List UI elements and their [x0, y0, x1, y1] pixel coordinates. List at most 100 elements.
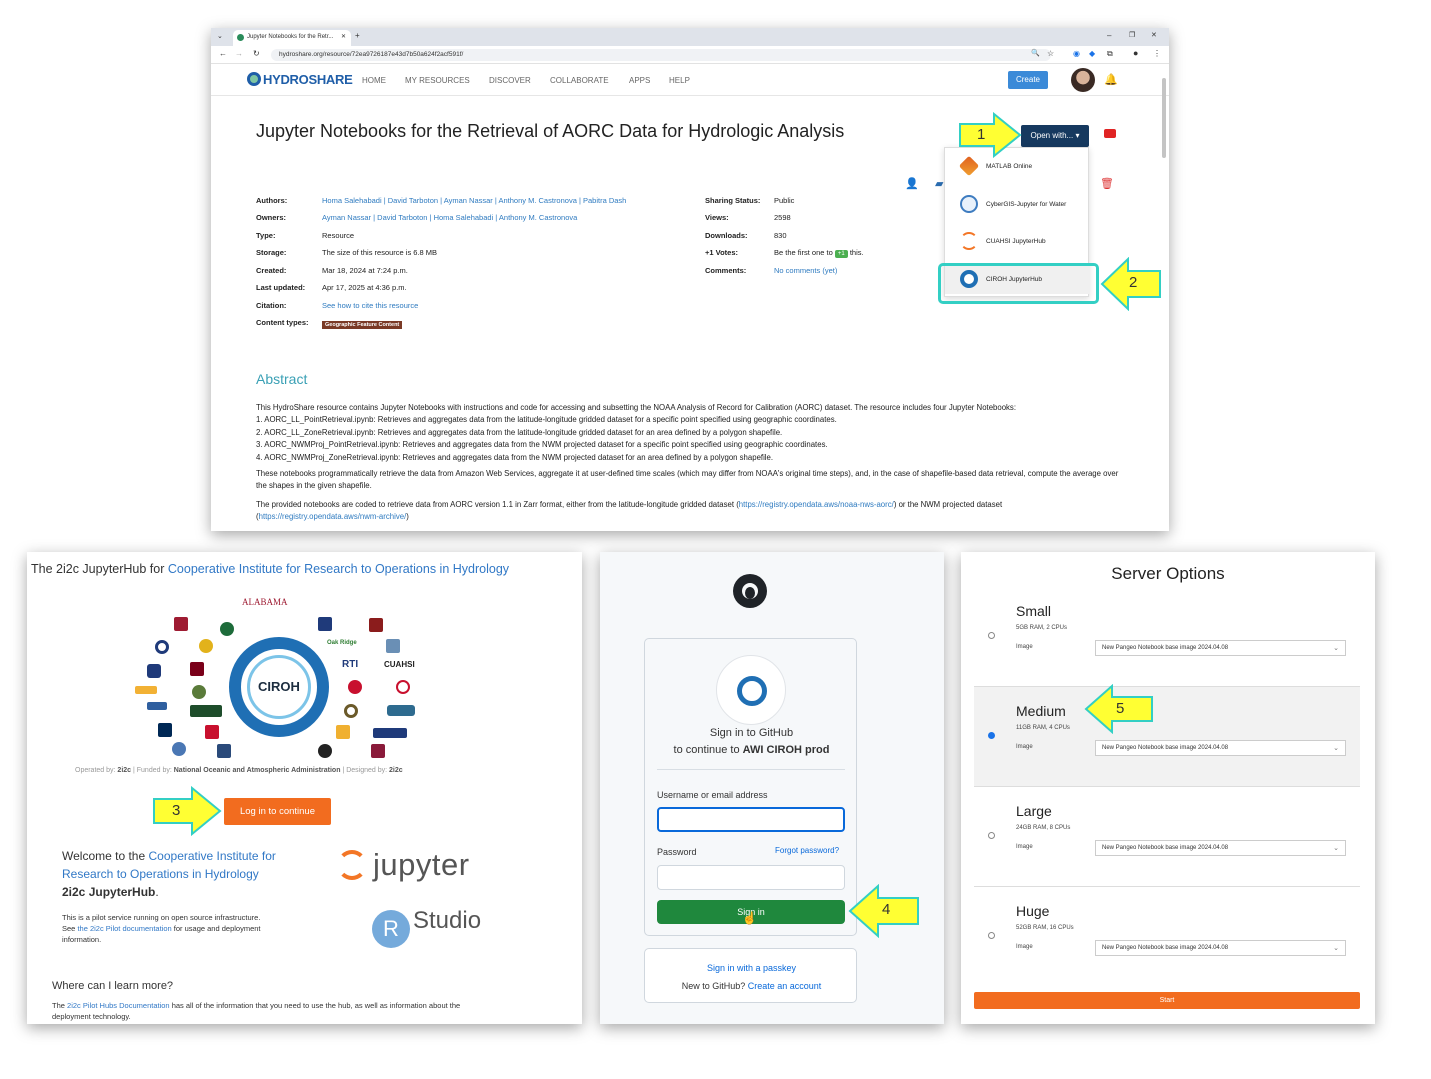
user-avatar[interactable] — [1071, 68, 1095, 92]
log-in-to-continue-button[interactable]: Log in to continue — [224, 798, 331, 825]
browser-menu-icon[interactable]: ⋮ — [1153, 49, 1161, 58]
username-input[interactable] — [657, 807, 845, 832]
plus-one-button[interactable]: +1 — [834, 250, 848, 258]
step-4-label: 4 — [882, 901, 891, 918]
aorc-registry-link[interactable]: https://registry.opendata.aws/noaa-nws-a… — [739, 500, 894, 509]
nav-collaborate[interactable]: COLLABORATE — [550, 76, 609, 85]
partner-logo-icon — [396, 680, 410, 694]
open-with-cybergis[interactable]: CyberGIS-Jupyter for Water — [945, 189, 1090, 219]
forward-icon[interactable]: → — [235, 49, 243, 58]
meta-key: Created: — [256, 266, 287, 275]
server-option-small[interactable]: Small 5GB RAM, 2 CPUs Image New Pangeo N… — [974, 587, 1360, 687]
github-octocat-icon[interactable] — [733, 574, 767, 608]
server-option-large[interactable]: Large 24GB RAM, 8 CPUs Image New Pangeo … — [974, 787, 1360, 887]
page-scrollbar[interactable] — [1162, 78, 1166, 158]
image-select[interactable]: New Pangeo Notebook base image 2024.04.0… — [1095, 940, 1346, 956]
start-button[interactable]: Start — [974, 992, 1360, 1009]
abstract-text: ) — [406, 512, 409, 522]
bookmark-star-icon[interactable]: ☆ — [1047, 49, 1054, 58]
operator: 2i2c — [117, 767, 132, 774]
jupyter-icon — [337, 850, 367, 880]
back-icon[interactable]: ← — [219, 49, 227, 58]
delete-trash-icon[interactable]: 🗑 — [1100, 177, 1114, 190]
new-tab-icon[interactable]: + — [355, 31, 360, 40]
nav-discover[interactable]: DISCOVER — [489, 76, 531, 85]
tab-list-chevron-icon[interactable]: ⌄ — [217, 32, 223, 40]
create-account-link[interactable]: Create an account — [748, 981, 822, 991]
server-option-huge[interactable]: Huge 52GB RAM, 16 CPUs Image New Pangeo … — [974, 887, 1360, 987]
chevron-down-icon: ⌄ — [1333, 845, 1339, 852]
extensions-puzzle-icon[interactable]: ⧉ — [1107, 49, 1113, 59]
chevron-down-icon: ⌄ — [1333, 945, 1339, 952]
rti-logo: RTI — [342, 659, 359, 670]
step-2-label: 2 — [1129, 274, 1138, 291]
citation-link[interactable]: See how to cite this resource — [322, 301, 418, 310]
nav-help[interactable]: HELP — [669, 76, 690, 85]
nwm-registry-link[interactable]: https://registry.opendata.aws/nwm-archiv… — [259, 512, 407, 521]
hydroshare-logo[interactable]: HYDROSHARE — [247, 72, 353, 87]
step-5-label: 5 — [1116, 700, 1125, 717]
tab-close-icon[interactable]: ✕ — [341, 33, 346, 40]
meta-key: Content types: — [256, 318, 309, 327]
forgot-password-link[interactable]: Forgot password? — [775, 846, 839, 855]
server-radio[interactable] — [988, 932, 995, 939]
option-spec: 24GB RAM, 8 CPUs — [1016, 825, 1071, 831]
learn-text: The — [52, 1001, 65, 1010]
partner-logo-icon — [369, 618, 383, 632]
meta-value: 2598 — [774, 213, 791, 222]
welcome-text: Welcome to the Cooperative Institute for… — [62, 849, 276, 899]
nav-home[interactable]: HOME — [362, 76, 386, 85]
authors-links[interactable]: Homa Salehabadi | David Tarboton | Ayman… — [322, 196, 626, 205]
server-option-medium[interactable]: Medium 11GB RAM, 4 CPUs Image New Pangeo… — [974, 687, 1360, 787]
open-with-item-label: CUAHSI JupyterHub — [986, 238, 1046, 245]
nav-my-resources[interactable]: MY RESOURCES — [405, 76, 470, 85]
hub-heading-text: The 2i2c JupyterHub for — [31, 562, 165, 576]
share-icon[interactable]: ▰ — [935, 177, 943, 190]
extension2-icon[interactable]: ◆ — [1089, 49, 1095, 58]
reload-icon[interactable]: ↻ — [253, 49, 260, 58]
minimize-icon[interactable]: – — [1107, 31, 1111, 40]
meta-key: +1 Votes: — [705, 248, 738, 257]
ciroh-app-icon — [716, 655, 786, 725]
server-radio-selected[interactable] — [988, 732, 995, 739]
hydroshare-favicon-icon — [237, 34, 244, 41]
new-to-github-text: New to GitHub? — [681, 981, 746, 991]
zoom-icon[interactable]: 🔍 — [1031, 49, 1040, 57]
r-icon: R — [372, 910, 410, 948]
username-label: Username or email address — [657, 790, 768, 800]
window-close-icon[interactable]: ✕ — [1151, 31, 1157, 39]
image-select[interactable]: New Pangeo Notebook base image 2024.04.0… — [1095, 740, 1346, 756]
add-user-icon[interactable]: 👤 — [905, 177, 919, 190]
ciroh-link[interactable]: Cooperative Institute for Research to Op… — [168, 562, 509, 576]
meta-value: Resource — [322, 231, 355, 240]
rstudio-wordmark: Studio — [413, 907, 482, 934]
partner-logo-icon — [190, 662, 204, 676]
url-field[interactable]: hydroshare.org/resource/72ea9726187e43d7… — [271, 49, 1051, 61]
create-button[interactable]: Create — [1008, 71, 1048, 89]
extension-icon[interactable]: ◉ — [1073, 49, 1080, 58]
pilot-hubs-docs-link[interactable]: 2i2c Pilot Hubs Documentation — [67, 1001, 170, 1010]
password-input[interactable] — [657, 865, 845, 890]
nav-apps[interactable]: APPS — [629, 76, 650, 85]
pilot-docs-link[interactable]: the 2i2c Pilot documentation — [77, 924, 171, 933]
partner-logo-icon — [373, 728, 407, 738]
partner-logo-icon — [387, 705, 415, 716]
comments-link[interactable]: No comments (yet) — [774, 266, 837, 275]
owners-links[interactable]: Ayman Nassar | David Tarboton | Homa Sal… — [322, 213, 577, 222]
globe-icon — [247, 72, 261, 86]
youtube-icon[interactable] — [1104, 129, 1116, 138]
passkey-link[interactable]: Sign in with a passkey — [645, 963, 858, 973]
profile-icon[interactable]: ● — [1133, 48, 1138, 58]
image-select[interactable]: New Pangeo Notebook base image 2024.04.0… — [1095, 640, 1346, 656]
image-select[interactable]: New Pangeo Notebook base image 2024.04.0… — [1095, 840, 1346, 856]
open-with-button[interactable]: Open with... ▾ — [1021, 125, 1089, 147]
restore-icon[interactable]: ❐ — [1129, 31, 1135, 39]
browser-tab[interactable]: Jupyter Notebooks for the Retr... ✕ — [233, 30, 351, 46]
abstract-heading: Abstract — [256, 371, 308, 387]
open-with-cuahsi[interactable]: CUAHSI JupyterHub — [945, 226, 1090, 256]
server-radio[interactable] — [988, 632, 995, 639]
server-radio[interactable] — [988, 832, 995, 839]
content-type-badge[interactable]: Geographic Feature Content — [322, 321, 403, 329]
abstract-line: 1. AORC_LL_PointRetrieval.ipynb: Retriev… — [256, 415, 837, 425]
notifications-bell-icon[interactable]: 🔔 — [1104, 73, 1118, 86]
